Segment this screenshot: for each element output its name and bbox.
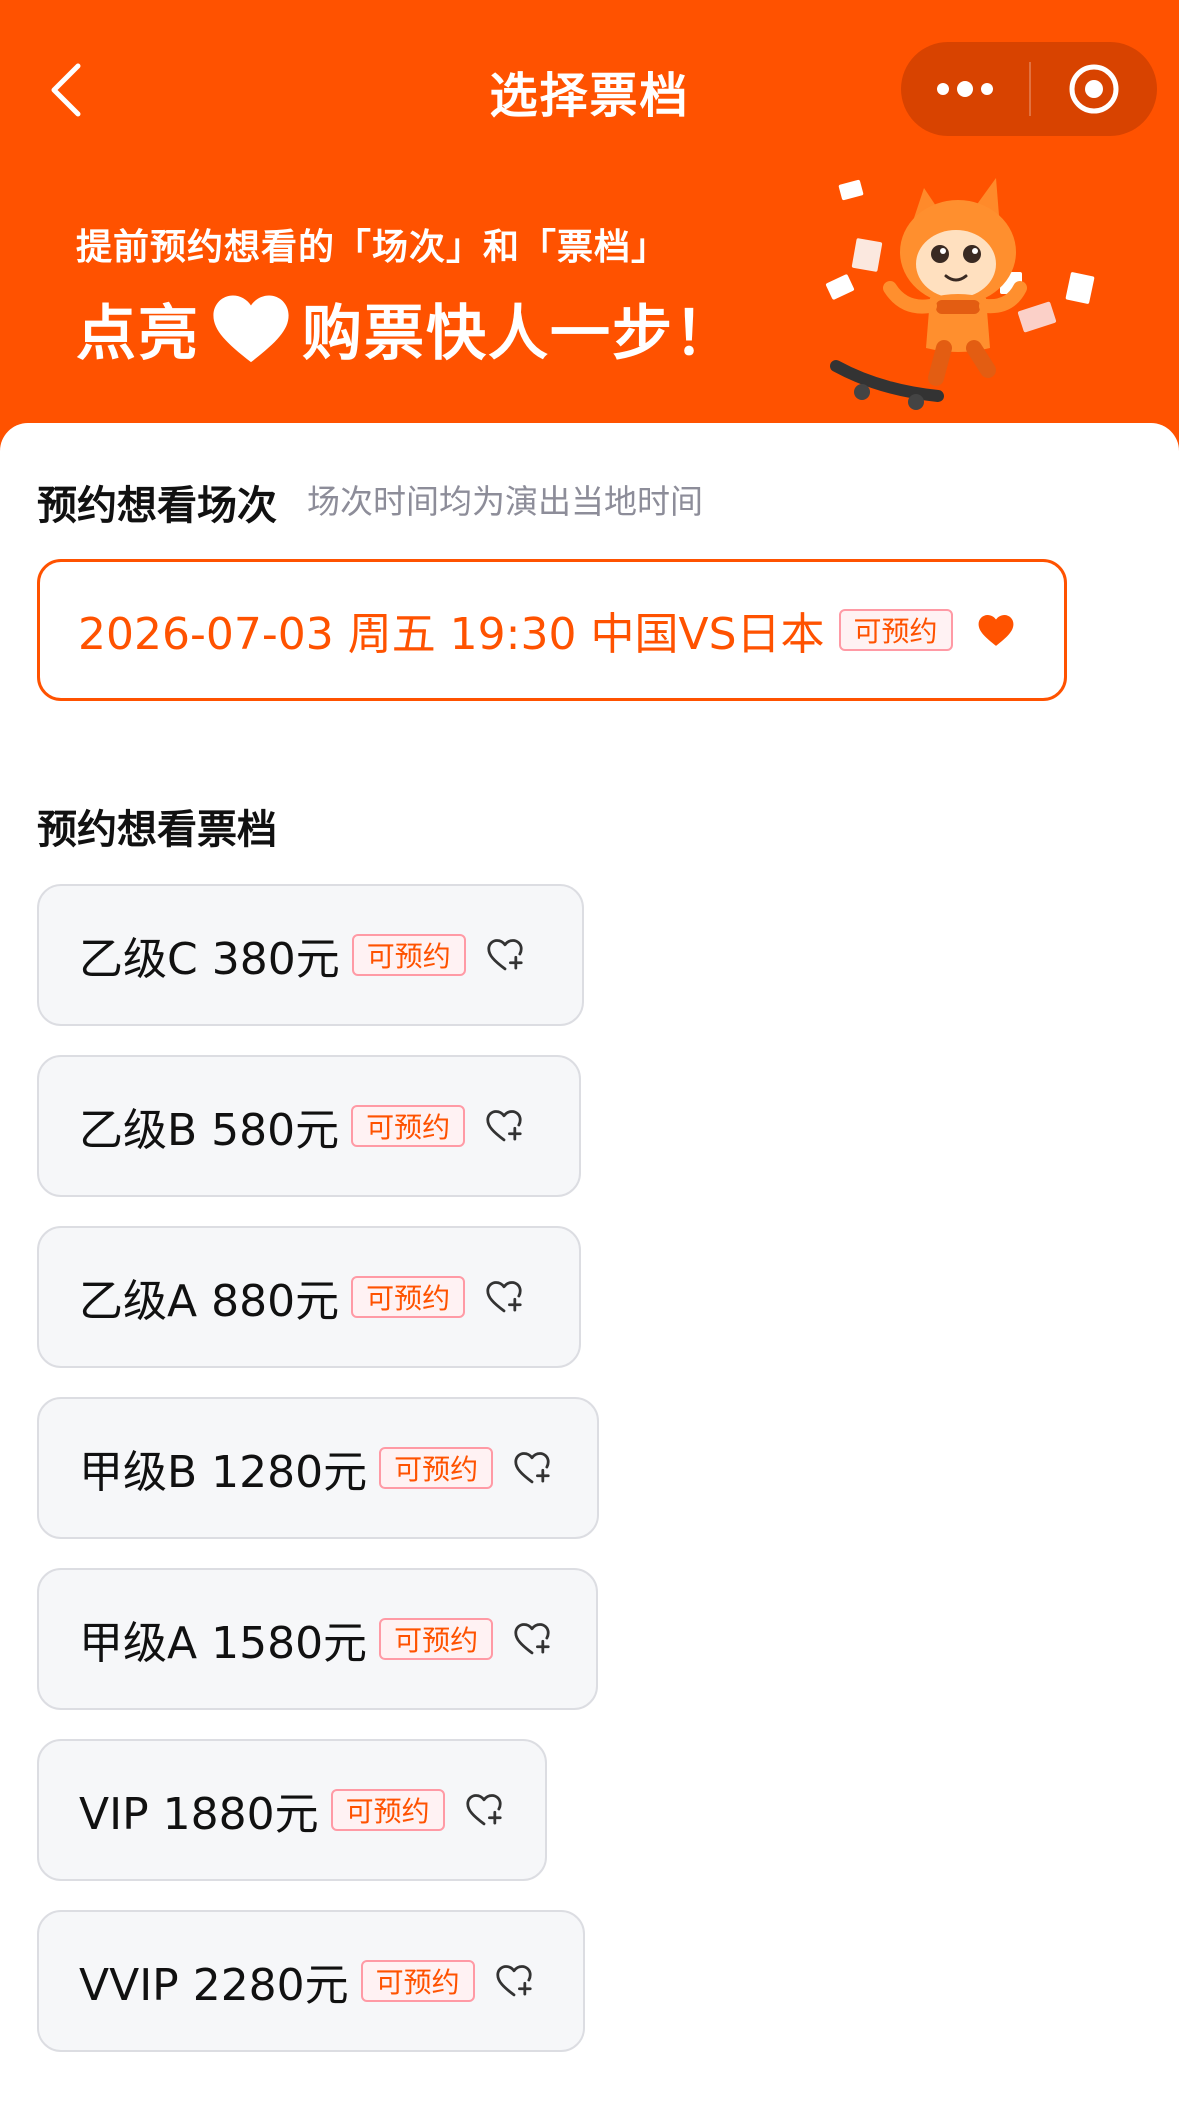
heart-filled-icon [210,292,292,364]
tier-label: 乙级B 580元 [79,1105,340,1156]
tier-label: VVIP 2280元 [79,1960,349,2011]
tier-option[interactable]: VVIP 2280元 可预约 [37,1910,585,2052]
promo-headline-before: 点亮 [76,298,200,369]
content-panel: 预约想看场次 场次时间均为演出当地时间 2026-07-03 周五 19:30 … [0,423,1179,2101]
tier-section-title: 预约想看票档 [37,807,277,853]
heart-plus-icon[interactable] [485,1280,523,1314]
tier-option[interactable]: 乙级B 580元 可预约 [37,1055,581,1197]
tier-label: 甲级A 1580元 [79,1618,368,1669]
status-badge: 可预约 [379,1618,494,1660]
status-badge: 可预约 [351,1276,466,1318]
session-label: 2026-07-03 周五 19:30 中国VS日本 [78,609,825,660]
heart-plus-icon[interactable] [486,938,524,972]
session-option[interactable]: 2026-07-03 周五 19:30 中国VS日本 可预约 [37,559,1067,701]
heart-plus-icon[interactable] [513,1622,551,1656]
promo-headline-after: 购票快人一步！ [302,298,736,369]
status-badge: 可预约 [360,1960,475,2002]
ticket-tier-page: 选择票档 提前预约想看的「场次」和「票档」 点亮 购票快人一步！ 预约想看场次 … [0,0,1179,2101]
status-badge: 可预约 [379,1447,494,1489]
heart-plus-icon[interactable] [465,1793,503,1827]
heart-plus-icon[interactable] [495,1964,533,1998]
tier-option[interactable]: 甲级B 1280元 可预约 [37,1397,599,1539]
tier-label: 乙级A 880元 [79,1276,340,1327]
mascot-illustration [825,178,1095,410]
more-dots-icon [937,81,993,97]
tier-option[interactable]: 乙级C 380元 可预约 [37,884,584,1026]
more-button[interactable] [901,42,1029,136]
close-miniprogram-button[interactable] [1031,42,1157,136]
status-badge: 可预约 [351,1105,466,1147]
status-badge: 可预约 [838,609,953,651]
tier-label: VIP 1880元 [79,1789,319,1840]
tier-option[interactable]: 乙级A 880元 可预约 [37,1226,581,1368]
tier-label: 甲级B 1280元 [79,1447,368,1498]
status-badge: 可预约 [351,934,466,976]
heart-plus-icon[interactable] [485,1109,523,1143]
tier-option[interactable]: VIP 1880元 可预约 [37,1739,547,1881]
session-section-hint: 场次时间均为演出当地时间 [307,482,703,521]
promo-subtitle: 提前预约想看的「场次」和「票档」 [76,227,669,268]
target-circle-icon [1069,64,1119,114]
header-banner: 选择票档 提前预约想看的「场次」和「票档」 点亮 购票快人一步！ [0,0,1179,460]
miniprogram-capsule [901,42,1157,136]
status-badge: 可预约 [330,1789,445,1831]
tier-label: 乙级C 380元 [79,934,340,985]
heart-plus-icon[interactable] [513,1451,551,1485]
session-section-title: 预约想看场次 [37,483,277,529]
promo-headline: 点亮 购票快人一步！ [76,288,736,369]
heart-filled-icon[interactable] [977,613,1015,647]
tier-option[interactable]: 甲级A 1580元 可预约 [37,1568,598,1710]
